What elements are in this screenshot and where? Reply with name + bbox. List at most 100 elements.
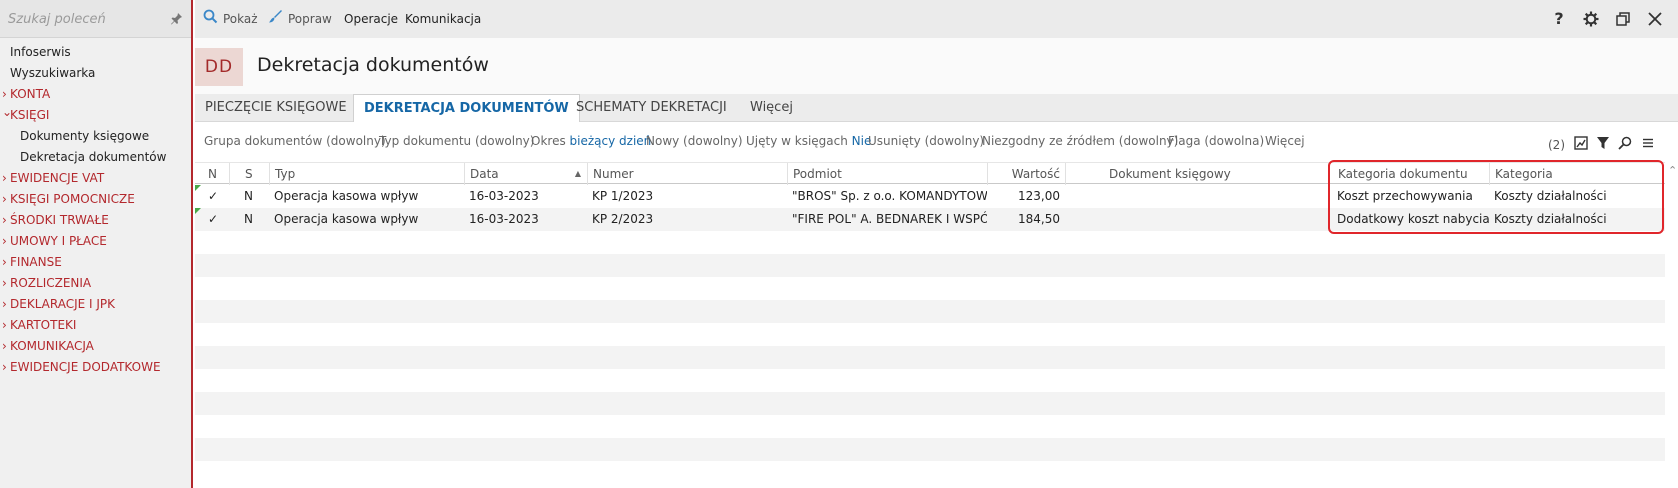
col-header-kategoria[interactable]: Kategoria xyxy=(1489,163,1665,185)
sidebar-item-srodki-trwale[interactable]: ŚRODKI TRWAŁE xyxy=(0,210,191,231)
sidebar-item-kartoteki[interactable]: KARTOTEKI xyxy=(0,315,191,336)
operations-label: Operacje xyxy=(344,12,399,26)
scroll-up-icon[interactable]: ⌃ xyxy=(1668,164,1677,177)
filter-included[interactable]: Ujęty w księgach Nie xyxy=(746,134,871,148)
empty-row xyxy=(195,254,1665,277)
sidebar-item-rozliczenia[interactable]: ROZLICZENIA xyxy=(0,273,191,294)
sidebar-item-ksiegi-pomocnicze[interactable]: KSIĘGI POMOCNICZE xyxy=(0,189,191,210)
filter-period-value: bieżący dzień xyxy=(569,134,652,148)
hamburger-icon xyxy=(1643,138,1653,148)
cell-podmiot: "BROS" Sp. z o.o. KOMANDYTOWA xyxy=(792,189,987,203)
module-badge: DD xyxy=(195,48,243,86)
export-image-button[interactable] xyxy=(1574,136,1588,153)
magnifier-icon xyxy=(1618,136,1632,150)
table-row[interactable]: ✓ N Operacja kasowa wpływ 16-03-2023 KP … xyxy=(195,208,1665,231)
col-header-dokument-ksiegowy[interactable]: Dokument księgowy xyxy=(1065,163,1328,185)
record-count: (2) xyxy=(1548,138,1565,152)
cell-typ: Operacja kasowa wpływ xyxy=(274,212,419,226)
table-row[interactable]: ✓ N Operacja kasowa wpływ 16-03-2023 KP … xyxy=(195,185,1665,208)
search-grid-button[interactable] xyxy=(1618,136,1632,153)
help-button[interactable]: ? xyxy=(1547,8,1571,30)
filter-period[interactable]: Okres bieżący dzień xyxy=(531,134,651,148)
grid-header: N S Typ Data ▲ Numer Podmiot Wartość Dok… xyxy=(195,162,1665,185)
app-window: Infoserwis Wyszukiwarka KONTA KSIĘGI Dok… xyxy=(0,0,1678,488)
cell-wartosc: 123,00 xyxy=(1018,189,1060,203)
settings-button[interactable] xyxy=(1579,8,1603,30)
cell-kategoria-dokumentu: Koszt przechowywania xyxy=(1337,189,1473,203)
cell-s: N xyxy=(244,189,253,203)
gear-icon xyxy=(1583,11,1599,31)
page-header: DD Dekretacja dokumentów xyxy=(195,38,1678,94)
sidebar-item-dekretacja-dokumentow[interactable]: Dekretacja dokumentów xyxy=(0,147,191,168)
col-header-kategoria-dokumentu[interactable]: Kategoria dokumentu xyxy=(1328,163,1489,185)
cell-kategoria-dokumentu: Dodatkowy koszt nabycia xyxy=(1337,212,1489,226)
operations-button[interactable]: Operacje xyxy=(344,10,398,28)
col-header-podmiot[interactable]: Podmiot xyxy=(787,163,987,185)
filter-group[interactable]: Grupa dokumentów (dowolny) xyxy=(204,134,386,148)
show-label: Pokaż xyxy=(223,12,258,26)
sidebar-nav: Infoserwis Wyszukiwarka KONTA KSIĘGI Dok… xyxy=(0,42,191,378)
top-toolbar: Pokaż Popraw Operacje Komunikacja ? xyxy=(195,0,1678,38)
edit-label: Popraw xyxy=(288,12,332,26)
filter-mismatch[interactable]: Niezgodny ze źródłem (dowolny) xyxy=(982,134,1178,148)
close-button[interactable] xyxy=(1643,8,1667,30)
sidebar-item-finanse[interactable]: FINANSE xyxy=(0,252,191,273)
sidebar-item-ksiegi[interactable]: KSIĘGI xyxy=(0,102,191,126)
cell-data: 16-03-2023 xyxy=(469,189,539,203)
sidebar-item-umowy-i-place[interactable]: UMOWY I PŁACE xyxy=(0,231,191,252)
edit-button[interactable]: Popraw xyxy=(268,10,332,28)
sidebar-item-dokumenty-ksiegowe[interactable]: Dokumenty księgowe xyxy=(0,126,191,147)
sidebar-item-ewidencje-dodatkowe[interactable]: EWIDENCJE DODATKOWE xyxy=(0,357,191,378)
col-header-typ[interactable]: Typ xyxy=(269,163,464,185)
search-input[interactable] xyxy=(8,9,168,29)
communication-button[interactable]: Komunikacja xyxy=(405,10,481,28)
cell-dokument-ksiegowy xyxy=(1065,208,1328,231)
col-header-data-label: Data xyxy=(470,167,499,181)
brush-icon xyxy=(268,9,283,29)
sidebar-item-komunikacja[interactable]: KOMUNIKACJA xyxy=(0,336,191,357)
sidebar-item-konta[interactable]: KONTA xyxy=(0,84,191,105)
sidebar-item-ewidencje-vat[interactable]: EWIDENCJE VAT xyxy=(0,168,191,189)
empty-row xyxy=(195,438,1665,461)
tab-schematy-dekretacji[interactable]: SCHEMATY DEKRETACJI xyxy=(566,94,737,122)
tab-pieczecie-ksiegowe[interactable]: PIECZĘCIE KSIĘGOWE xyxy=(195,94,357,122)
pin-icon[interactable] xyxy=(170,12,184,26)
col-header-s[interactable]: S xyxy=(229,163,269,185)
col-header-wartosc[interactable]: Wartość xyxy=(987,163,1065,185)
cell-n: ✓ xyxy=(208,212,219,226)
search-icon xyxy=(203,9,218,29)
col-header-n[interactable]: N xyxy=(195,163,229,185)
documents-grid: N S Typ Data ▲ Numer Podmiot Wartość Dok… xyxy=(195,160,1678,488)
empty-row xyxy=(195,300,1665,323)
filter-flag[interactable]: Flaga (dowolna) xyxy=(1168,134,1264,148)
filter-more[interactable]: Więcej xyxy=(1265,134,1305,148)
menu-button[interactable] xyxy=(1642,136,1654,153)
filter-new[interactable]: Nowy (dowolny) xyxy=(646,134,743,148)
cell-podmiot: "FIRE POL" A. BEDNAREK I WSPÓL... xyxy=(792,212,987,226)
cell-kategoria: Koszty działalności xyxy=(1494,189,1607,203)
sidebar-item-infoserwis[interactable]: Infoserwis xyxy=(0,42,191,63)
cell-n: ✓ xyxy=(208,189,219,203)
empty-row xyxy=(195,346,1665,369)
col-header-data[interactable]: Data ▲ xyxy=(464,163,587,185)
tab-bar: PIECZĘCIE KSIĘGOWE DEKRETACJA DOKUMENTÓW… xyxy=(195,94,1678,123)
tab-wiecej[interactable]: Więcej xyxy=(740,94,803,122)
tab-dekretacja-dokumentow[interactable]: DEKRETACJA DOKUMENTÓW xyxy=(353,94,580,123)
filter-type[interactable]: Typ dokumentu (dowolny) xyxy=(379,134,534,148)
communication-label: Komunikacja xyxy=(405,12,482,26)
help-icon: ? xyxy=(1554,9,1564,28)
filter-button[interactable] xyxy=(1596,136,1610,153)
sort-ascending-icon: ▲ xyxy=(574,169,581,178)
cell-typ: Operacja kasowa wpływ xyxy=(274,189,419,203)
col-header-numer[interactable]: Numer xyxy=(587,163,787,185)
page-title: Dekretacja dokumentów xyxy=(257,54,489,76)
filter-period-label: Okres xyxy=(531,134,566,148)
sidebar-item-wyszukiwarka[interactable]: Wyszukiwarka xyxy=(0,63,191,84)
filter-removed[interactable]: Usunięty (dowolny) xyxy=(868,134,984,148)
cell-numer: KP 1/2023 xyxy=(592,189,654,203)
show-button[interactable]: Pokaż xyxy=(203,9,258,29)
restore-icon xyxy=(1616,11,1630,30)
sidebar-item-deklaracje-i-jpk[interactable]: DEKLARACJE I JPK xyxy=(0,294,191,315)
restore-window-button[interactable] xyxy=(1611,8,1635,30)
sidebar: Infoserwis Wyszukiwarka KONTA KSIĘGI Dok… xyxy=(0,0,193,488)
